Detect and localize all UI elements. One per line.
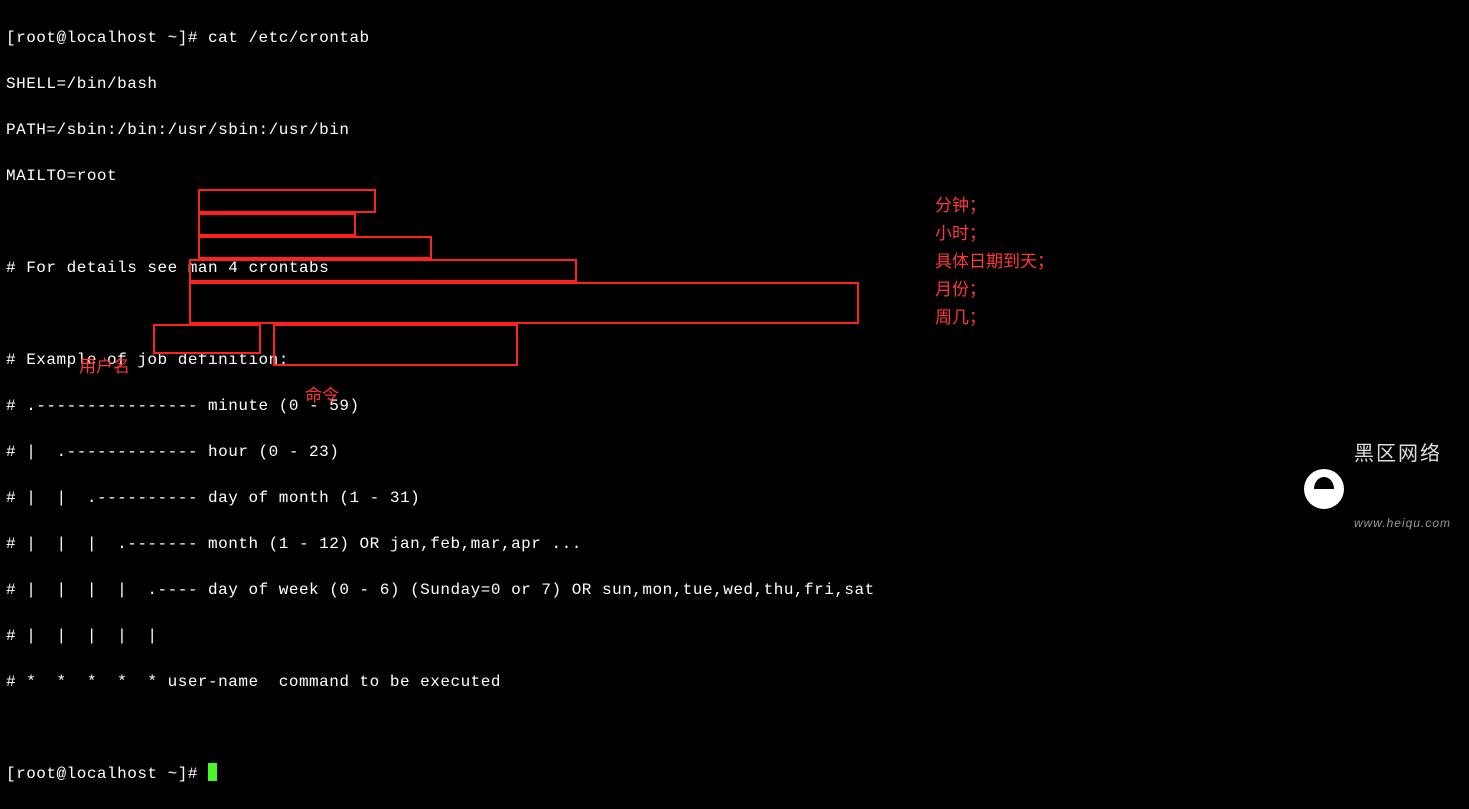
output-line: # | .------------- hour (0 - 23) [6,441,875,464]
command-text: cat /etc/crontab [208,29,370,47]
output-line [6,211,875,234]
annotation-minute: 分钟； [935,194,986,217]
output-line: # .---------------- minute (0 - 59) [6,395,875,418]
mushroom-icon [1304,469,1344,509]
annotation-month: 月份； [935,278,986,301]
output-line: PATH=/sbin:/bin:/usr/sbin:/usr/bin [6,119,875,142]
prompt-line[interactable]: [root@localhost ~]# [6,763,875,786]
output-line: # | | | | | [6,625,875,648]
annotation-dow: 周几； [935,306,986,329]
output-line: # * * * * * user-name command to be exec… [6,671,875,694]
shell-prompt: [root@localhost ~]# [6,29,208,47]
watermark: 黑区网络 www.heiqu.com [1304,397,1451,581]
output-line: # | | | .------- month (1 - 12) OR jan,f… [6,533,875,556]
output-line: # Example of job definition: [6,349,875,372]
output-line: MAILTO=root [6,165,875,188]
output-line: # For details see man 4 crontabs [6,257,875,280]
prompt-line[interactable]: [root@localhost ~]# cat /etc/crontab [6,27,875,50]
annotation-username: 用户名 [79,355,130,378]
annotation-dom: 具体日期到天； [935,250,1054,273]
watermark-title: 黑区网络 [1354,443,1451,466]
output-line: SHELL=/bin/bash [6,73,875,96]
terminal-output: [root@localhost ~]# cat /etc/crontab SHE… [6,4,875,809]
annotation-command: 命令 [305,384,339,407]
output-line: # | | .---------- day of month (1 - 31) [6,487,875,510]
watermark-url: www.heiqu.com [1354,512,1451,535]
cursor [208,763,217,781]
output-line [6,303,875,326]
annotation-hour: 小时； [935,222,986,245]
output-line [6,717,875,740]
shell-prompt: [root@localhost ~]# [6,765,208,783]
